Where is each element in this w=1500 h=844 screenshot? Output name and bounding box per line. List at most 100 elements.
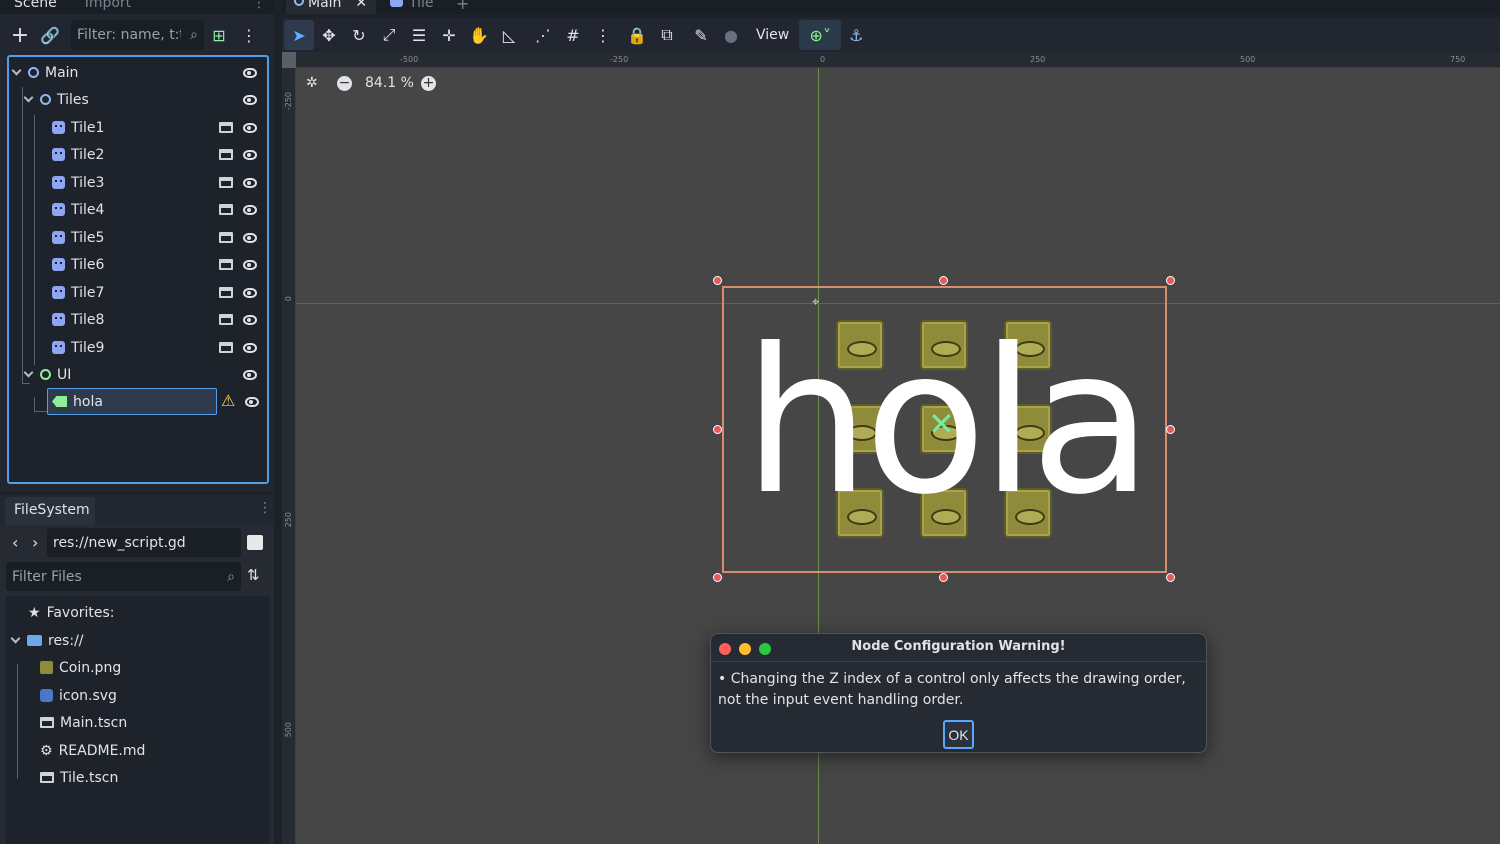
center-view-icon[interactable]: ✲ [306,75,318,91]
chevron-down-icon[interactable] [11,65,22,76]
open-scene-icon[interactable] [219,122,233,133]
anchor-handle-icon[interactable]: ✕ [928,408,955,440]
tree-node-hola[interactable]: hola [47,388,217,415]
resize-handle[interactable] [713,276,722,285]
smart-snap-icon[interactable]: ⋰ [528,20,558,50]
grid-snap-icon[interactable]: # [558,20,588,50]
tree-node-tile5[interactable]: Tile5 [52,224,265,251]
resize-handle[interactable] [713,425,722,434]
link-icon[interactable]: 🔗 [35,20,65,50]
lock-icon[interactable]: 🔒 [622,20,652,50]
zoom-out-icon[interactable]: − [337,76,352,91]
tab-import[interactable]: Import [71,0,145,12]
favorites-item[interactable]: ★ Favorites: [28,599,115,626]
visibility-eye-icon[interactable] [243,94,257,105]
visibility-eye-icon[interactable] [243,369,257,380]
group-icon[interactable]: ⧉ [652,20,682,50]
tree-node-tile1[interactable]: Tile1 [52,114,265,141]
tree-node-tile2[interactable]: Tile2 [52,141,265,168]
back-icon[interactable]: ‹ [12,533,18,552]
file-item[interactable]: Tile.tscn [40,764,118,791]
anchor-icon[interactable]: ⚓ [841,20,871,50]
file-item[interactable]: Coin.png [40,654,121,681]
close-icon[interactable]: ✕ [355,0,367,10]
ruler-tool-icon[interactable]: ◺ [494,20,524,50]
dock-menu-icon[interactable]: ⋮ [252,0,266,10]
zoom-level[interactable]: 84.1 % [365,75,414,91]
bone-icon[interactable]: ✎ [686,20,716,50]
visibility-eye-icon[interactable] [243,259,257,270]
tree-node-tile3[interactable]: Tile3 [52,169,265,196]
open-scene-icon[interactable] [219,232,233,243]
list-select-icon[interactable]: ☰ [404,20,434,50]
visibility-eye-icon[interactable] [243,232,257,243]
layout-toggle-icon[interactable] [247,535,263,550]
chevron-down-icon[interactable] [23,367,34,378]
camera-override-icon[interactable]: ● [716,20,746,50]
dock-menu-icon[interactable]: ⋮ [258,500,272,516]
filter-files-input[interactable]: Filter Files ⌕ [6,562,241,591]
resize-handle[interactable] [939,573,948,582]
add-tab-icon[interactable]: + [456,0,469,13]
rotate-tool-icon[interactable]: ↻ [344,20,374,50]
view-menu[interactable]: View [746,27,799,43]
folder-res[interactable]: res:// [10,627,84,654]
visibility-eye-icon[interactable] [243,314,257,325]
instance-scene-icon[interactable]: ⊞ [204,20,234,50]
tree-node-ui[interactable]: UI [23,361,265,388]
open-scene-icon[interactable] [219,287,233,298]
pivot-tool-icon[interactable]: ✛ [434,20,464,50]
chevron-down-icon[interactable] [10,633,21,644]
visibility-eye-icon[interactable] [243,122,257,133]
scene-tab-tile[interactable]: Tile [390,0,434,14]
file-item[interactable]: Main.tscn [40,709,127,736]
add-node-icon[interactable]: + [5,20,35,50]
tab-scene[interactable]: Scene [0,0,71,12]
snap-options-icon[interactable]: ⋮ [588,20,618,50]
pan-tool-icon[interactable]: ✋ [464,20,494,50]
scene-tab-main[interactable]: Main ✕ [286,0,376,14]
visibility-eye-icon[interactable] [243,149,257,160]
open-scene-icon[interactable] [219,204,233,215]
tab-filesystem[interactable]: FileSystem [5,497,95,525]
path-field[interactable]: res://new_script.gd [47,528,241,557]
select-tool-icon[interactable]: ➤ [284,20,314,50]
move-tool-icon[interactable]: ✥ [314,20,344,50]
visibility-eye-icon[interactable] [243,67,257,78]
file-item[interactable]: icon.svg [40,682,117,709]
visibility-eye-icon[interactable] [243,204,257,215]
file-label: Main.tscn [60,714,128,731]
resize-handle[interactable] [939,276,948,285]
resize-handle[interactable] [1166,276,1175,285]
scene-more-icon[interactable]: ⋮ [234,20,264,50]
add-anchor-icon[interactable]: ⊕˅ [799,20,842,50]
visibility-eye-icon[interactable] [245,397,259,407]
tree-node-tiles[interactable]: Tiles [23,86,265,113]
tree-node-tile7[interactable]: Tile7 [52,279,265,306]
visibility-eye-icon[interactable] [243,342,257,353]
tree-node-tile4[interactable]: Tile4 [52,196,265,223]
tree-node-tile9[interactable]: Tile9 [52,334,265,361]
resize-handle[interactable] [1166,425,1175,434]
open-scene-icon[interactable] [219,259,233,270]
zoom-in-icon[interactable]: + [421,76,436,91]
sort-icon[interactable]: ⇅ [247,566,260,584]
scale-tool-icon[interactable]: ⤢ [374,20,404,50]
file-item[interactable]: ⚙ README.md [40,737,145,764]
visibility-eye-icon[interactable] [243,177,257,188]
ok-button[interactable]: OK [943,720,974,749]
visibility-eye-icon[interactable] [243,287,257,298]
tree-node-main[interactable]: Main [11,59,265,86]
open-scene-icon[interactable] [219,177,233,188]
tree-node-tile6[interactable]: Tile6 [52,251,265,278]
tree-node-tile8[interactable]: Tile8 [52,306,265,333]
open-scene-icon[interactable] [219,149,233,160]
forward-icon[interactable]: › [32,533,38,552]
resize-handle[interactable] [1166,573,1175,582]
open-scene-icon[interactable] [219,342,233,353]
warning-icon[interactable]: ⚠ [221,391,235,410]
scene-filter-input[interactable]: Filter: name, t:t ⌕ [71,20,204,50]
open-scene-icon[interactable] [219,314,233,325]
resize-handle[interactable] [713,573,722,582]
chevron-down-icon[interactable] [23,92,34,103]
